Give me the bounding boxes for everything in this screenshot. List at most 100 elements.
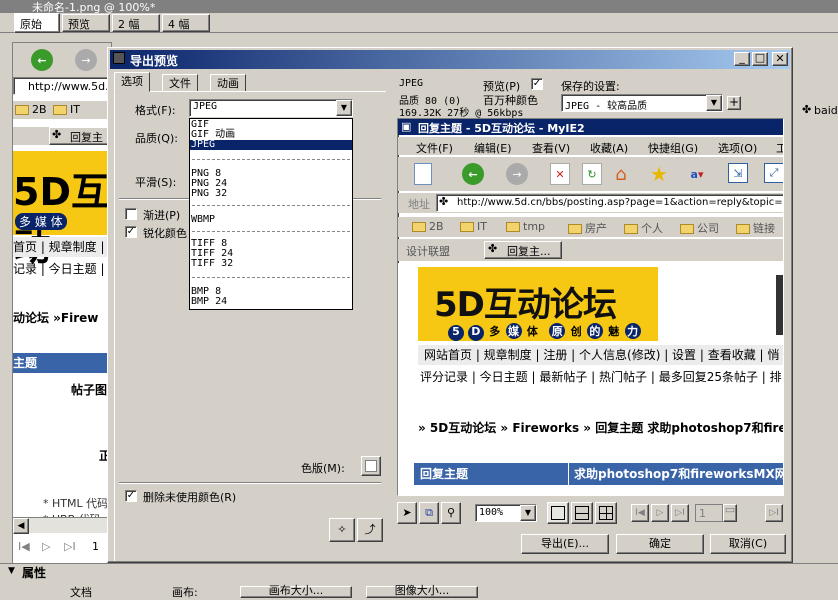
back-icon[interactable]: ←: [31, 49, 53, 71]
matte-color-swatch[interactable]: [361, 456, 381, 476]
magic-wand-button[interactable]: ✧: [329, 518, 355, 542]
font-size-icon[interactable]: a ▾: [684, 163, 710, 185]
forum-content: 5D互动论坛 5 D 多 媒 体 原 创 的 魅 力 网站首页 | 规章制度 |…: [398, 263, 783, 495]
play-button[interactable]: ▷: [651, 504, 669, 522]
ie-tab-bar: 设计联盟 ✤ 回复主...: [398, 239, 783, 261]
properties-collapse-icon[interactable]: ▼: [8, 566, 15, 576]
link-folder[interactable]: 个人: [624, 220, 663, 236]
link-folder[interactable]: 2B: [412, 220, 444, 233]
add-setting-button[interactable]: +: [727, 96, 741, 110]
bg-right-tab[interactable]: ✤ baid: [800, 102, 838, 120]
bg-links-bar: 2B IT: [13, 101, 111, 119]
chevron-down-icon[interactable]: ▼: [706, 95, 722, 111]
dropdown-separator: [192, 231, 350, 232]
sharpen-checkbox[interactable]: ✓: [125, 226, 137, 238]
menu-favorites[interactable]: 收藏(A): [590, 140, 628, 156]
menu-view[interactable]: 查看(V): [532, 140, 570, 156]
ok-button[interactable]: 确定: [616, 534, 704, 554]
minimize-button[interactable]: _: [734, 52, 750, 66]
refresh-icon[interactable]: ↻: [582, 163, 602, 185]
pointer-tool-button[interactable]: ➤: [397, 502, 417, 524]
menu-groups[interactable]: 快捷组(G): [648, 140, 698, 156]
link-folder[interactable]: tmp: [506, 220, 545, 233]
dialog-title-bar: 导出预览 _ □ ✕: [110, 50, 790, 69]
zoom-select[interactable]: 100% ▼: [475, 504, 537, 522]
view-1up-button[interactable]: [547, 502, 569, 524]
canvas-size-button[interactable]: 画布大小...: [240, 585, 352, 598]
bg-address-bar[interactable]: http://www.5d.: [13, 77, 111, 95]
tab-animation[interactable]: 动画: [210, 74, 246, 92]
progressive-checkbox[interactable]: [125, 208, 137, 220]
last-frame-button[interactable]: ▷I: [671, 504, 689, 522]
doc-tab-preview[interactable]: 预览: [62, 14, 110, 32]
address-input[interactable]: ✤ http://www.5d.cn/bbs/posting.asp?page=…: [436, 194, 783, 212]
bg-post-label: 帖子图: [71, 383, 108, 397]
tab-design-alliance[interactable]: 设计联盟: [406, 243, 450, 259]
tab-reply-topic[interactable]: ✤ 回复主...: [484, 241, 562, 259]
cancel-button[interactable]: 取消(C): [710, 534, 786, 554]
last-frame-icon[interactable]: ▷I: [64, 540, 76, 553]
frame-input[interactable]: 1: [695, 504, 723, 522]
chevron-down-icon[interactable]: ▼: [336, 100, 352, 116]
bg-nav-1: 首页 | 规章制度 |: [13, 237, 111, 257]
link-folder[interactable]: IT: [460, 220, 487, 233]
preview-checkbox[interactable]: ✓: [531, 78, 543, 90]
menu-file[interactable]: 文件(F): [416, 140, 453, 156]
home-icon[interactable]: ⌂: [610, 163, 632, 185]
scroll-left-arrow[interactable]: ◀: [13, 518, 29, 534]
doc-tab-strip: 原始 预览 2 幅 4 幅: [0, 13, 838, 33]
forward-icon[interactable]: →: [75, 49, 97, 71]
dropdown-separator: [192, 205, 350, 206]
option-wbmp[interactable]: WBMP: [190, 215, 352, 225]
menu-edit[interactable]: 编辑(E): [474, 140, 512, 156]
forward-icon[interactable]: →: [506, 163, 528, 185]
window-icon[interactable]: ⇲: [728, 163, 748, 183]
new-page-icon[interactable]: [414, 163, 432, 185]
view-4up-button[interactable]: [595, 502, 617, 524]
tab-file[interactable]: 文件: [162, 74, 198, 92]
fullscreen-icon[interactable]: ⤢: [764, 163, 783, 183]
crop-tool-button[interactable]: ⧉: [419, 502, 439, 524]
image-size-button[interactable]: 图像大小...: [366, 585, 478, 598]
format-select[interactable]: JPEG ▼: [189, 99, 353, 117]
first-frame-button[interactable]: I◀: [631, 504, 649, 522]
remove-unused-colors-checkbox[interactable]: ✓: [125, 490, 137, 502]
option-jpeg[interactable]: JPEG: [190, 140, 352, 150]
forum-breadcrumb[interactable]: » 5D互动论坛 » Fireworks » 回复主题 求助photoshop7…: [418, 419, 783, 436]
doc-tab-2up[interactable]: 2 幅: [112, 14, 160, 32]
matte-label: 色版(M):: [301, 462, 345, 475]
option-bmp24[interactable]: BMP 24: [190, 297, 352, 307]
saved-settings-select[interactable]: JPEG - 较高品质 ▼: [561, 94, 723, 112]
favorites-star-icon[interactable]: ★: [648, 162, 670, 186]
link-folder[interactable]: 链接: [736, 220, 775, 236]
bg-hscrollbar[interactable]: ◀: [13, 517, 111, 534]
close-button[interactable]: ✕: [772, 52, 788, 66]
menu-tools[interactable]: 工: [776, 140, 783, 156]
stop-icon[interactable]: ✕: [550, 163, 570, 185]
frame-spinner[interactable]: ▭: [723, 504, 737, 522]
ie-address-bar: 地址 ✤ http://www.5d.cn/bbs/posting.asp?pa…: [398, 193, 783, 213]
format-dropdown-list[interactable]: GIF GIF 动画 JPEG PNG 8 PNG 24 PNG 32 WBMP…: [189, 118, 353, 310]
maximize-button[interactable]: □: [752, 52, 768, 66]
crop-export-button[interactable]: ⤴: [357, 518, 383, 542]
ie-menu-bar: 文件(F) 编辑(E) 查看(V) 收藏(A) 快捷组(G) 选项(O) 工: [398, 137, 783, 156]
bg-tab-reply[interactable]: ✤ 回复主: [49, 127, 111, 145]
next-frame-button[interactable]: ▷I: [765, 504, 783, 522]
doc-tab-original[interactable]: 原始: [14, 13, 60, 33]
doc-tab-4up[interactable]: 4 幅: [162, 14, 210, 32]
option-png32[interactable]: PNG 32: [190, 189, 352, 199]
link-folder[interactable]: 公司: [680, 220, 719, 236]
first-frame-icon[interactable]: I◀: [18, 540, 30, 553]
link-folder[interactable]: 房产: [568, 220, 607, 236]
option-tiff32[interactable]: TIFF 32: [190, 259, 352, 269]
properties-panel: ▼ 属性 文档 画布: 画布大小... 图像大小...: [0, 563, 838, 599]
tab-options[interactable]: 选项: [114, 72, 150, 92]
menu-options[interactable]: 选项(O): [718, 140, 757, 156]
view-2up-button[interactable]: [571, 502, 593, 524]
back-icon[interactable]: ←: [462, 163, 484, 185]
play-icon[interactable]: ▷: [42, 540, 50, 553]
dropdown-separator: [192, 277, 350, 278]
chevron-down-icon[interactable]: ▼: [520, 505, 536, 521]
export-button[interactable]: 导出(E)...: [521, 534, 609, 554]
zoom-tool-button[interactable]: ⚲: [441, 502, 461, 524]
